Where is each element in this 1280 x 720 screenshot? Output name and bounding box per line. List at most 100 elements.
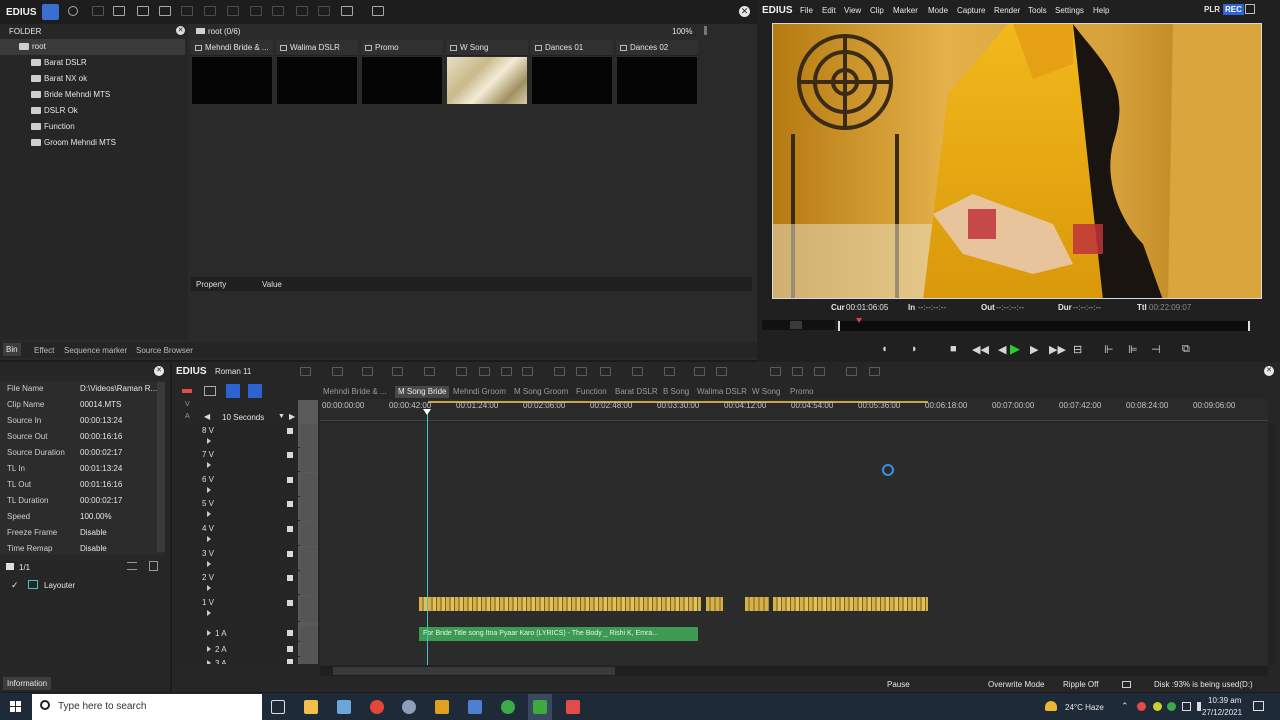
track-3v[interactable]: 3 V xyxy=(174,547,318,571)
video-clip-1v[interactable] xyxy=(419,597,701,611)
expand-arrow-icon[interactable] xyxy=(207,646,211,652)
expand-arrow-icon[interactable] xyxy=(207,561,211,567)
mixer-icon[interactable] xyxy=(770,367,781,376)
expand-arrow-icon[interactable] xyxy=(207,487,211,493)
remove-icon[interactable] xyxy=(554,367,565,376)
sync-lock-button[interactable] xyxy=(226,384,240,398)
menu-file[interactable]: File xyxy=(800,6,813,15)
app-icon[interactable] xyxy=(402,700,416,714)
info-close-icon[interactable]: ✕ xyxy=(154,366,164,376)
paste-icon[interactable] xyxy=(227,6,239,16)
track-1a[interactable]: 1 A xyxy=(174,626,318,642)
player-timeline-bar[interactable] xyxy=(838,321,1250,331)
delete-icon[interactable] xyxy=(296,6,308,16)
windows-start-icon[interactable] xyxy=(10,701,21,712)
track-mute-icon[interactable] xyxy=(287,452,293,458)
timescale-select[interactable]: 10 Seconds xyxy=(222,413,264,422)
video-clip-1v[interactable] xyxy=(706,597,723,611)
loop-icon[interactable]: ⊟ xyxy=(1073,343,1082,356)
network-icon[interactable] xyxy=(1182,702,1191,711)
video-clip-1v[interactable] xyxy=(745,597,769,611)
expand-arrow-icon[interactable] xyxy=(207,511,211,517)
speaker-icon[interactable] xyxy=(287,630,293,636)
track-switch[interactable] xyxy=(300,448,318,472)
menu-clip[interactable]: Clip xyxy=(870,6,884,15)
sequence-tab[interactable]: Function xyxy=(576,386,607,398)
settings-icon[interactable] xyxy=(846,367,857,376)
sequence-tab[interactable]: W Song xyxy=(752,386,780,398)
menu-settings[interactable]: Settings xyxy=(1055,6,1084,15)
status-ripple[interactable]: Ripple Off xyxy=(1063,680,1098,689)
info-scrollbar[interactable] xyxy=(157,382,165,552)
clip-thumbnail[interactable]: Mehndi Bride & ... xyxy=(191,40,273,106)
folder-item[interactable]: Function xyxy=(0,119,185,135)
timeline-scrollbar-vertical[interactable] xyxy=(1268,423,1276,665)
set-out-icon[interactable]: ◗ xyxy=(911,343,918,355)
title-icon[interactable] xyxy=(137,6,149,16)
tab-bin[interactable]: Bin xyxy=(3,343,21,356)
track-switch[interactable] xyxy=(300,547,318,571)
clip-thumbnail[interactable]: Dances 02 xyxy=(616,40,698,106)
folder-close-icon[interactable]: ✕ xyxy=(176,26,185,35)
scale-right-arrow[interactable]: ▶ xyxy=(289,412,295,421)
list-view-icon[interactable] xyxy=(318,6,330,16)
track-6v[interactable]: 6 V xyxy=(174,473,318,497)
app-icon[interactable] xyxy=(566,700,580,714)
folder-item[interactable]: Barat DSLR xyxy=(0,55,185,71)
chrome-icon[interactable] xyxy=(370,700,384,714)
track-1v[interactable]: 1 V xyxy=(174,596,318,622)
fast-forward-icon[interactable]: ▶▶ xyxy=(1049,343,1066,356)
rec-mode-button[interactable]: REC xyxy=(1223,4,1244,15)
app-icon[interactable] xyxy=(501,700,515,714)
layer-checkbox[interactable]: ✓ xyxy=(11,580,19,591)
step-back-icon[interactable]: ◀ xyxy=(998,343,1006,356)
undo-icon[interactable] xyxy=(576,367,587,376)
playhead-marker[interactable] xyxy=(423,409,431,415)
track-switch[interactable] xyxy=(300,424,318,448)
chapter-icon[interactable] xyxy=(792,367,803,376)
player-close-icon[interactable] xyxy=(1245,4,1255,14)
menu-mode[interactable]: Mode xyxy=(928,6,948,15)
track-switch[interactable] xyxy=(300,473,318,497)
track-2v[interactable]: 2 V xyxy=(174,571,318,595)
folder-item[interactable]: Bride Mehndi MTS xyxy=(0,87,185,103)
folder-item[interactable]: DSLR Ok xyxy=(0,103,185,119)
open-folder-icon[interactable] xyxy=(113,6,125,16)
clip-thumbnail[interactable]: Dances 01 xyxy=(531,40,613,106)
scrollbar[interactable] xyxy=(704,26,707,35)
menu-render[interactable]: Render xyxy=(994,6,1020,15)
slider-handle[interactable] xyxy=(790,321,802,329)
mode-icon[interactable] xyxy=(300,367,311,376)
menu-tools[interactable]: Tools xyxy=(1028,6,1047,15)
tab-information[interactable]: Information xyxy=(3,677,52,690)
open-icon[interactable] xyxy=(392,367,403,376)
folder-view-button[interactable] xyxy=(42,4,59,20)
status-overwrite-mode[interactable]: Overwrite Mode xyxy=(988,680,1044,689)
sequence-tab[interactable]: B Song xyxy=(663,386,689,398)
clip-thumbnail[interactable]: W Song xyxy=(446,40,528,106)
task-view-icon[interactable] xyxy=(271,700,285,714)
stop-icon[interactable]: ■ xyxy=(950,343,957,355)
menu-marker[interactable]: Marker xyxy=(893,6,918,15)
delete-icon[interactable] xyxy=(522,367,533,376)
clock-time[interactable]: 10:39 am xyxy=(1208,696,1241,705)
trash-icon[interactable] xyxy=(149,561,158,571)
track-switch[interactable] xyxy=(300,626,318,642)
notification-icon[interactable] xyxy=(1253,701,1264,711)
track-mute-icon[interactable] xyxy=(287,575,293,581)
overwrite-icon[interactable]: ⊫ xyxy=(1128,343,1138,356)
video-clip-1v[interactable] xyxy=(773,597,928,611)
plr-mode-button[interactable]: PLR xyxy=(1204,5,1220,14)
scale-dropdown-icon[interactable]: ▼ xyxy=(278,413,285,420)
copy-icon[interactable] xyxy=(204,6,216,16)
insert-icon[interactable]: ⊩ xyxy=(1104,343,1114,356)
app-icon[interactable] xyxy=(468,700,482,714)
tray-app-icon[interactable] xyxy=(1167,702,1176,711)
toolbox-icon[interactable] xyxy=(372,6,384,16)
track-mute-icon[interactable] xyxy=(287,477,293,483)
sequence-tab[interactable]: Mehndi Groom xyxy=(453,386,506,398)
track-mute-icon[interactable] xyxy=(287,501,293,507)
expand-arrow-icon[interactable] xyxy=(207,536,211,542)
tray-record-icon[interactable] xyxy=(1137,702,1146,711)
play-icon[interactable]: ▶ xyxy=(1010,341,1020,357)
